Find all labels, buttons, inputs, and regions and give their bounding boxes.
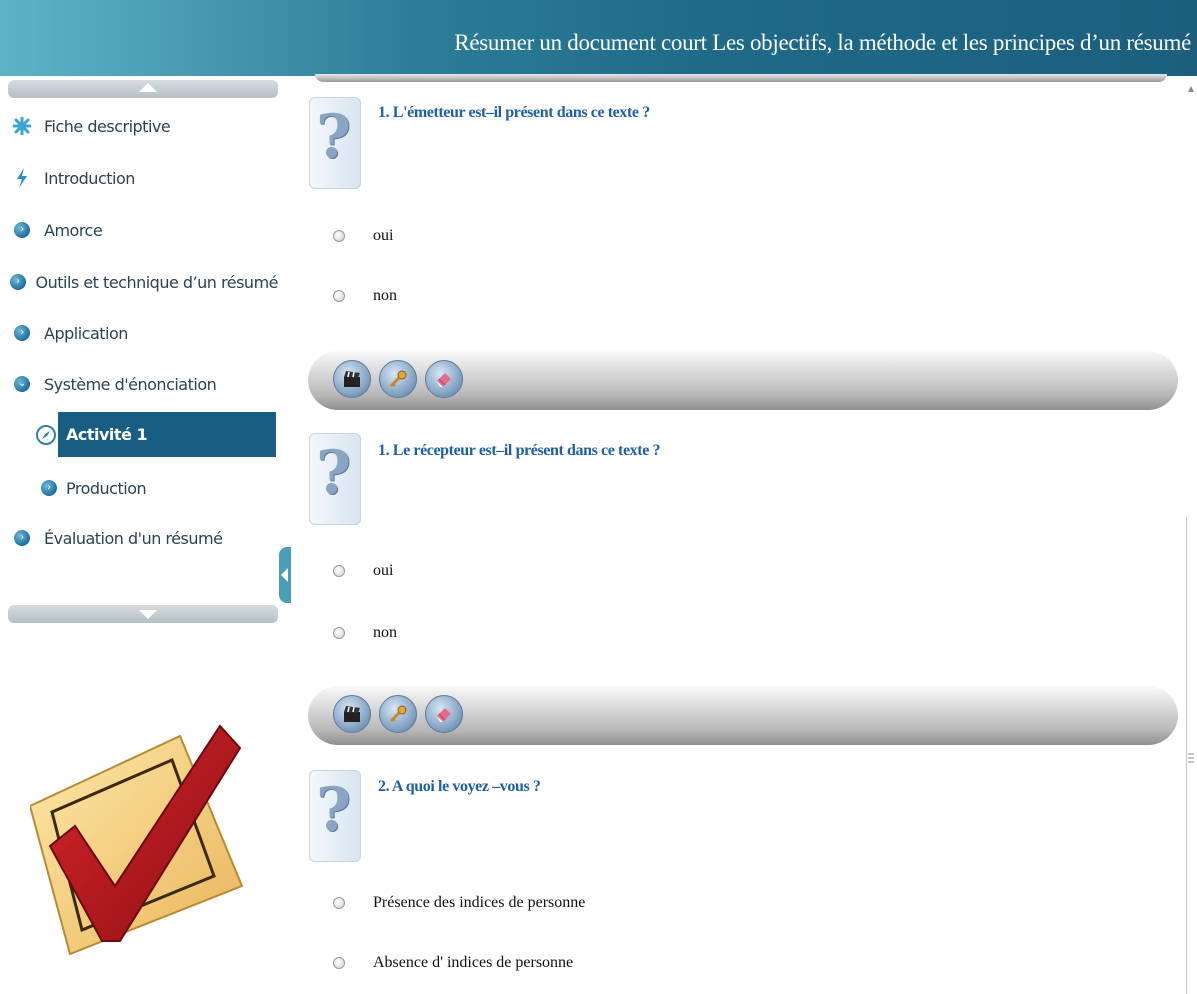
clapperboard-icon [344, 371, 360, 387]
eraser-button[interactable] [425, 360, 463, 398]
page-title: Résumer un document court Les objectifs,… [454, 30, 1191, 55]
header-bar: Résumer un document court Les objectifs,… [0, 0, 1197, 76]
sidebar-item-evaluation[interactable]: › Évaluation d'un résumé [0, 518, 278, 558]
option-oui[interactable]: oui [333, 562, 393, 580]
sidebar-item-label: Système d'énonciation [44, 374, 217, 394]
eraser-button[interactable] [425, 695, 463, 733]
chevron-bullet-icon: › [38, 480, 60, 496]
chevron-bullet-icon: › [0, 530, 44, 546]
page-scrollbar[interactable] [1186, 517, 1187, 994]
eraser-icon [437, 708, 451, 722]
chevron-down-bullet-icon: ⌄ [0, 376, 44, 392]
sidebar-item-label: Introduction [44, 168, 135, 188]
key-icon [389, 370, 407, 388]
sidebar-item-application[interactable]: › Application [0, 313, 278, 353]
option-label: non [373, 287, 397, 304]
asterisk-icon [0, 117, 44, 135]
sidebar-item-label: Fiche descriptive [44, 116, 171, 136]
sidebar-item-production[interactable]: › Production [0, 468, 278, 508]
sidebar-collapse-handle[interactable] [279, 547, 291, 603]
sidebar-item-activite-1[interactable]: Activité 1 [36, 412, 276, 457]
radio-button[interactable] [333, 897, 345, 909]
radio-button[interactable] [333, 230, 345, 242]
option-label: Présence des indices de personne [373, 894, 586, 911]
option-non[interactable]: non [333, 287, 397, 305]
key-button[interactable] [379, 695, 417, 733]
question-text: 2. A quoi le voyez –vous ? [378, 778, 541, 795]
option-label: Absence d' indices de personne [373, 954, 574, 971]
clapperboard-button[interactable] [333, 695, 371, 733]
option-presence-indices[interactable]: Présence des indices de personne [333, 894, 585, 912]
question-text: 1. L'émetteur est–il présent dans ce tex… [378, 104, 650, 121]
sidebar: Fiche descriptive Introduction › Amorce … [0, 76, 291, 994]
option-absence-indices[interactable]: Absence d' indices de personne [333, 954, 573, 972]
sidebar-item-label: Activité 1 [66, 425, 148, 444]
option-oui[interactable]: oui [333, 227, 393, 245]
option-non[interactable]: non [333, 624, 397, 642]
sidebar-item-label: Évaluation d'un résumé [44, 528, 223, 548]
question-toolbar [308, 685, 1178, 745]
toolbar-fragment [315, 74, 1167, 82]
key-button[interactable] [379, 360, 417, 398]
sidebar-scroll-down-button[interactable] [8, 605, 278, 623]
question-text: 1. Le récepteur est–il présent dans ce t… [378, 442, 661, 459]
option-label: non [373, 624, 397, 641]
radio-button[interactable] [333, 627, 345, 639]
sidebar-item-introduction[interactable]: Introduction [0, 158, 278, 198]
sidebar-item-label: Production [66, 478, 147, 498]
sidebar-scroll-up-button[interactable] [8, 80, 278, 98]
clapperboard-icon [344, 706, 360, 722]
sidebar-item-outils[interactable]: › Outils et technique d’un résumé [0, 262, 279, 302]
lightning-icon [0, 168, 44, 188]
option-label: oui [373, 562, 394, 579]
chevron-bullet-icon: › [0, 274, 36, 290]
compass-icon [34, 424, 58, 446]
sidebar-item-label: Amorce [44, 220, 103, 240]
radio-button[interactable] [333, 290, 345, 302]
eraser-icon [437, 373, 451, 387]
key-icon [389, 705, 407, 723]
chevron-bullet-icon: › [0, 222, 44, 238]
chevron-bullet-icon: › [0, 325, 44, 341]
sidebar-item-label: Outils et technique d’un résumé [35, 272, 279, 292]
question-toolbar [308, 350, 1178, 410]
scroll-up-arrow-icon[interactable] [1188, 86, 1194, 92]
question-mark-icon: ? [309, 770, 361, 862]
sidebar-item-amorce[interactable]: › Amorce [0, 210, 278, 250]
radio-button[interactable] [333, 957, 345, 969]
clapperboard-button[interactable] [333, 360, 371, 398]
arrow-up-icon [139, 83, 157, 92]
question-mark-icon: ? [309, 433, 361, 525]
option-label: oui [373, 227, 394, 244]
sidebar-item-label: Application [44, 323, 128, 343]
scrollbar-grip-icon[interactable] [1188, 752, 1194, 764]
sidebar-item-fiche-descriptive[interactable]: Fiche descriptive [0, 106, 278, 146]
question-mark-icon: ? [309, 97, 361, 189]
main-content: ? 1. L'émetteur est–il présent dans ce t… [300, 74, 1185, 994]
checkmark-illustration [30, 724, 244, 956]
radio-button[interactable] [333, 565, 345, 577]
arrow-down-icon [139, 610, 157, 619]
sidebar-item-systeme-enonciation[interactable]: ⌄ Système d'énonciation [0, 364, 278, 404]
